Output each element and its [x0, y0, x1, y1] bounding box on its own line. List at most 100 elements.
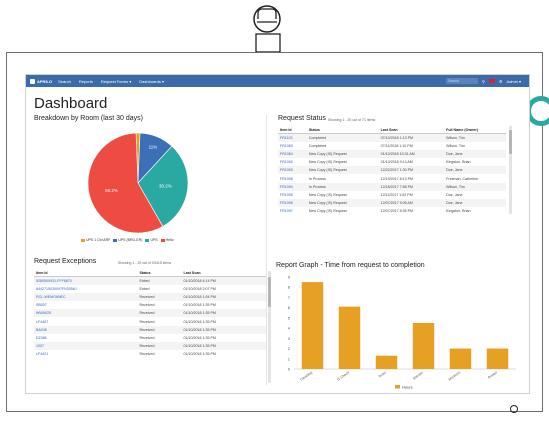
nav-dashboards[interactable]: Dashboards ▾	[139, 79, 164, 84]
table-cell: Wilson, Tim	[444, 133, 506, 143]
table-row[interactable]: 5280500931-FFF6870 Exited 01/10/2018 4:14 …	[34, 276, 266, 286]
dashboard-screen: APRILO Search Reports Request Forms ▾ Da…	[25, 74, 530, 394]
y-tick-label: 3	[288, 336, 291, 341]
item-id-link[interactable]: RCL-WEMG6NEC	[34, 293, 138, 302]
bar	[412, 323, 435, 369]
table-row[interactable]: FR1096 New Copy (IS) Request 12/07/2017 9:…	[278, 198, 506, 207]
table-cell: Received	[139, 319, 155, 324]
item-id-link[interactable]: FR1096	[278, 198, 307, 207]
item-id-link[interactable]: 8442715030097FN3056J	[34, 285, 137, 293]
table-row[interactable]: FR1092 New Copy (IS) Request 01/10/2018 9:…	[278, 158, 506, 166]
table-cell: Completed	[308, 144, 327, 149]
table-cell: 01/10/2018 1:35 PM	[181, 325, 266, 334]
table-row[interactable]: BA045 Received 01/10/2018 1:35 PM	[34, 325, 266, 334]
item-id-link[interactable]: FR1092	[278, 158, 307, 166]
x-tick-label: Monitors	[448, 370, 461, 381]
table-row[interactable]: EZ086 Received 01/10/2018 1:35 PM	[34, 334, 266, 342]
logo-icon	[30, 78, 35, 84]
table-row[interactable]: FR1097 New Copy (IS) Request 12/07/2017 8:…	[278, 207, 506, 215]
bar-chart: 0 1 2 3 4 5 6 7 8 9 Cleaning IT Check Toner Electric M…	[288, 275, 516, 389]
nav-search[interactable]: Search	[58, 79, 71, 84]
item-id-link[interactable]: WWA025	[34, 309, 138, 318]
status-scrollbar[interactable]	[509, 126, 512, 214]
exceptions-scrollbar[interactable]	[268, 271, 271, 383]
nav-reports[interactable]: Reports	[79, 79, 93, 84]
item-id-link[interactable]: FR1083	[278, 142, 307, 150]
item-id-link[interactable]: LF4421	[34, 350, 137, 358]
item-id-link[interactable]: FR1103	[278, 133, 307, 143]
table-row[interactable]: FR1103 Completed 07/10/2018 1:13 PM Wilson,…	[278, 133, 506, 143]
item-id-link[interactable]: EZ086	[34, 334, 137, 342]
table-cell: 12/19/2017 8:13 PM	[380, 176, 413, 181]
table-cell: 07/11/2018 1:10 PM	[380, 144, 413, 149]
table-row[interactable]: FR1084 New Copy (IS) Request 01/10/2018 10…	[278, 150, 506, 159]
table-cell: Received	[137, 309, 182, 318]
table-row[interactable]: WWA025 Received 01/10/2018 1:35 PM	[34, 309, 266, 318]
bar	[375, 355, 398, 369]
table-row[interactable]: LF4421 Received 01/10/2018 1:35 PM	[34, 350, 266, 358]
top-navbar: APRILO Search Reports Request Forms ▾ Da…	[26, 75, 529, 87]
exceptions-section-title: Request Exceptions	[34, 258, 97, 265]
table-cell: Exited	[137, 276, 182, 286]
legend-item: Hello	[160, 238, 174, 242]
table-row[interactable]: FR1093 New Copy (IS) Request 12/22/2017 1:…	[278, 166, 506, 175]
table-cell: Doe, Jane	[444, 198, 506, 207]
item-id-link[interactable]: FR1084	[278, 150, 307, 159]
table-cell: Received	[137, 325, 182, 334]
pie-data-label: 58.2%	[105, 188, 118, 193]
nav-request-forms[interactable]: Request Forms ▾	[101, 79, 131, 84]
pie-data-label: 11%	[149, 144, 158, 149]
table-row[interactable]: FR1098 In Process 12/19/2017 8:13 PM Freema…	[278, 174, 506, 182]
item-id-link[interactable]: LF4467	[34, 317, 137, 325]
table-cell: Doe, Jane	[444, 150, 506, 159]
x-tick-label: Printer	[487, 370, 498, 380]
search-input[interactable]: Search	[446, 78, 478, 84]
column-header[interactable]: Last Scan	[378, 126, 445, 134]
column-header[interactable]: Status	[137, 269, 182, 277]
item-id-link[interactable]: 5280500931-FFF6870	[34, 276, 138, 286]
table-cell: Doe, Jane	[444, 166, 506, 175]
table-row[interactable]: FR1083 Completed 07/11/2018 1:10 PM Wilson,…	[278, 142, 506, 150]
x-tick-label: Electric	[412, 370, 424, 380]
table-cell: Received	[137, 293, 182, 302]
legend-swatch	[395, 385, 400, 389]
flag-icon[interactable]	[488, 79, 495, 83]
item-id-link[interactable]: FR1098	[278, 174, 307, 182]
table-row[interactable]: SB007 Received 01/10/2018 1:35 PM	[34, 301, 266, 309]
table-row[interactable]: RCL-WEMG6NEC Received 01/10/2018 1:54 PM	[34, 293, 266, 302]
user-menu[interactable]: Admin ▾	[507, 79, 521, 84]
item-id-link[interactable]: 1007	[34, 341, 138, 350]
table-row[interactable]: FR1094 In Process 12/18/2017 7:58 PM Wilson…	[278, 182, 506, 191]
scrollbar-thumb[interactable]	[509, 130, 512, 154]
search-icon[interactable]: ⚲	[482, 79, 485, 84]
table-row[interactable]: FR1095 New Copy (IS) Request 12/11/2017 1:…	[278, 191, 506, 199]
x-tick-label: Toner	[378, 370, 388, 379]
item-id-link[interactable]: FR1094	[278, 182, 307, 191]
item-id-link[interactable]: FR1097	[278, 207, 307, 215]
column-header[interactable]: Full Name (Owner)	[444, 126, 506, 134]
column-header[interactable]: Last Scan	[181, 269, 266, 277]
settings-icon[interactable]: ⚙	[499, 79, 503, 84]
table-cell: New Copy (IS) Request	[308, 192, 347, 197]
bar	[301, 282, 324, 369]
table-row[interactable]: LF4467 Received 01/10/2018 1:35 PM	[34, 317, 266, 325]
item-id-link[interactable]: SB007	[34, 301, 137, 309]
column-divider	[266, 115, 267, 385]
table-cell: 01/10/2018 1:35 PM	[181, 341, 266, 350]
table-row[interactable]: 8442715030097FN3056J Exited 01/10/2018 2:0…	[34, 285, 266, 293]
y-tick-label: 8	[288, 285, 291, 290]
bar-section-title: Report Graph - Time from request to comp…	[276, 262, 425, 269]
column-header[interactable]: Status	[306, 126, 379, 134]
bar	[338, 306, 361, 369]
item-id-link[interactable]: FR1093	[278, 166, 307, 175]
column-header[interactable]: Item Id	[34, 269, 138, 277]
column-header[interactable]: Item Id	[278, 126, 307, 134]
table-cell: 01/10/2018 1:35 PM	[183, 351, 216, 356]
item-id-link[interactable]: FR1095	[278, 191, 307, 199]
pie-data-label: 30.2%	[159, 184, 172, 189]
item-id-link[interactable]: BA045	[34, 325, 138, 334]
table-row[interactable]: 1007 Received 01/10/2018 1:35 PM	[34, 341, 266, 350]
scrollbar-thumb[interactable]	[268, 277, 271, 307]
app-logo[interactable]: APRILO	[30, 78, 52, 84]
legend-label: Hours	[402, 384, 413, 389]
